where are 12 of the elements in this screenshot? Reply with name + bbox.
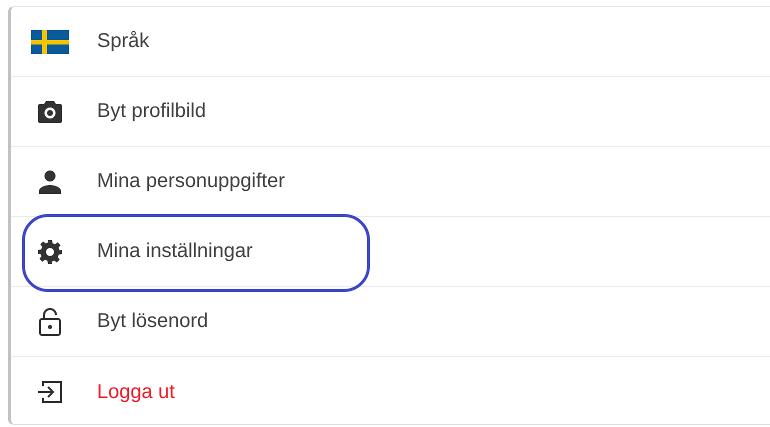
logout-icon xyxy=(37,380,63,404)
flag-icon xyxy=(31,30,69,54)
menu-item[interactable]: Mina personuppgifter xyxy=(11,147,770,217)
menu-item[interactable]: Språk xyxy=(11,7,770,77)
unlocked-padlock-icon xyxy=(39,308,61,336)
menu-item[interactable]: Byt profilbild xyxy=(11,77,770,147)
menu-item[interactable]: Mina inställningar xyxy=(11,217,770,287)
person-icon xyxy=(38,170,62,194)
menu-item[interactable]: Logga ut xyxy=(11,357,770,427)
menu-item[interactable]: Byt lösenord xyxy=(11,287,770,357)
settings-icon xyxy=(38,240,62,264)
camera-icon xyxy=(38,100,62,122)
